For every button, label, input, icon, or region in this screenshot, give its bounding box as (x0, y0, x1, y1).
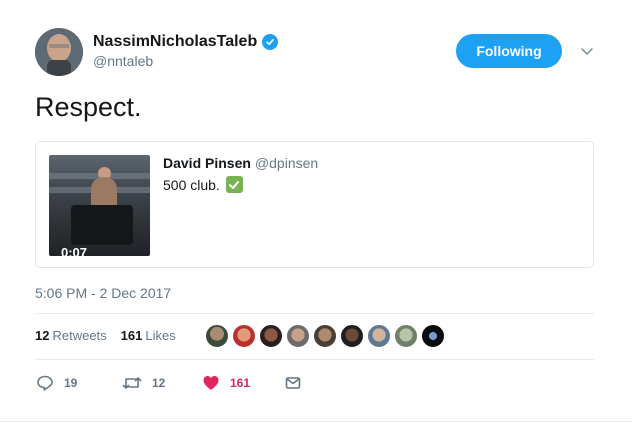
reply-button[interactable]: 19 (36, 374, 122, 392)
liker-avatar[interactable] (394, 324, 418, 348)
avatar-image (35, 28, 83, 76)
liker-avatar[interactable] (367, 324, 391, 348)
quoted-tweet[interactable]: 0:07 David Pinsen @dpinsen 500 club. (35, 141, 594, 268)
author-name[interactable]: NassimNicholasTaleb (93, 33, 279, 51)
liker-avatar[interactable] (259, 324, 283, 348)
liker-avatar[interactable] (313, 324, 337, 348)
liker-avatars (205, 324, 445, 348)
liker-avatar[interactable] (286, 324, 310, 348)
chevron-down-icon[interactable] (579, 43, 595, 59)
divider (35, 359, 594, 360)
author-name-text: NassimNicholasTaleb (93, 33, 258, 50)
barbell-plates (71, 205, 133, 245)
tweet-text: Respect. (35, 92, 142, 122)
following-button[interactable]: Following (456, 34, 562, 68)
direct-message-button[interactable] (284, 374, 302, 392)
retweets-stat[interactable]: 12 Retweets (35, 328, 107, 343)
liker-avatar[interactable] (205, 324, 229, 348)
video-duration: 0:07 (61, 245, 88, 256)
like-count: 161 (230, 376, 251, 390)
verified-badge-icon (262, 34, 279, 50)
retweets-label: Retweets (52, 328, 107, 343)
retweets-count: 12 (35, 328, 50, 343)
likes-count: 161 (120, 328, 143, 343)
quoted-text: 500 club. (163, 176, 243, 193)
liker-avatar[interactable] (232, 324, 256, 348)
quoted-author-name: David Pinsen (163, 155, 251, 171)
heart-icon (203, 376, 219, 390)
tweet-timestamp[interactable]: 5:06 PM - 2 Dec 2017 (35, 285, 171, 301)
retweet-count: 12 (152, 376, 166, 390)
likes-label: Likes (145, 328, 176, 343)
quoted-author-handle: @dpinsen (254, 155, 319, 171)
liker-avatar[interactable] (421, 324, 445, 348)
like-button[interactable]: 161 (202, 374, 284, 392)
likes-stat[interactable]: 161 Likes (121, 328, 176, 343)
video-thumbnail[interactable]: 0:07 (49, 155, 150, 256)
liker-avatar[interactable] (340, 324, 364, 348)
engagement-stats: 12 Retweets 161 Likes (35, 328, 176, 343)
envelope-icon (285, 377, 301, 389)
author-handle[interactable]: @nntaleb (93, 53, 153, 69)
tweet-actions: 19 12 161 (36, 374, 302, 392)
reply-icon (37, 375, 53, 391)
quoted-author[interactable]: David Pinsen @dpinsen (163, 155, 318, 171)
retweet-button[interactable]: 12 (122, 374, 202, 392)
card-bottom-border (0, 421, 632, 422)
reply-count: 19 (64, 376, 78, 390)
check-mark-button-icon (225, 176, 243, 193)
retweet-icon (122, 377, 142, 389)
tweet-card: NassimNicholasTaleb @nntaleb Following R… (0, 0, 632, 423)
divider (35, 313, 594, 314)
author-avatar[interactable] (35, 28, 83, 76)
quoted-text-body: 500 club. (163, 176, 220, 193)
